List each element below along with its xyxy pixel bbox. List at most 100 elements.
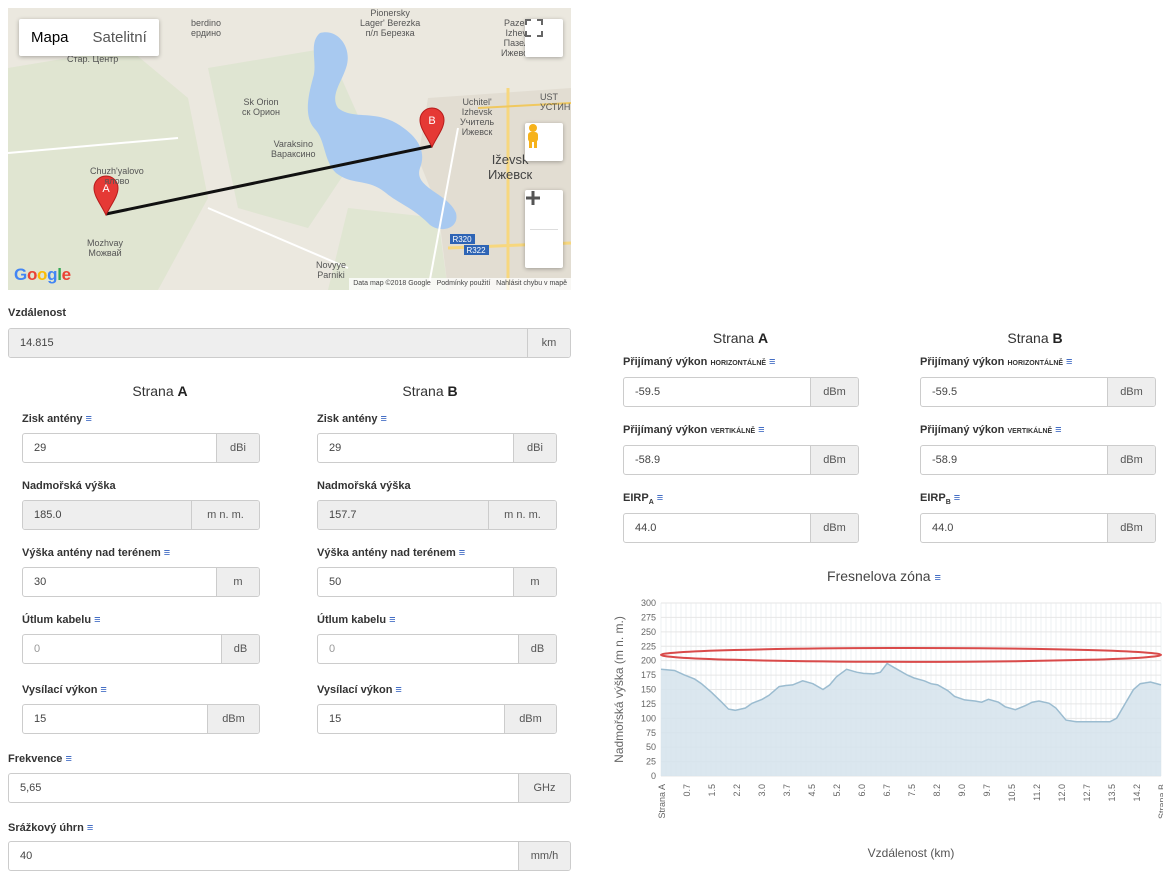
zoom-control: [525, 190, 563, 268]
y-tick-label: 25: [646, 757, 656, 767]
info-icon[interactable]: ≡: [758, 424, 764, 436]
eirp-field-a: 44.0 dBm: [623, 513, 859, 543]
cable-input-a[interactable]: 0 dB: [22, 634, 260, 664]
info-icon[interactable]: ≡: [86, 413, 92, 425]
y-tick-label: 175: [641, 670, 656, 680]
distance-unit: km: [527, 329, 570, 357]
x-axis-label: Vzdálenost (km): [868, 846, 955, 860]
info-icon[interactable]: ≡: [389, 614, 395, 626]
info-icon[interactable]: ≡: [1066, 356, 1072, 368]
rx-vertical-field-a: -58.9 dBm: [623, 445, 859, 475]
map-type-satellite[interactable]: Satelitní: [81, 19, 159, 56]
place-label: Mozhvay Можвай: [87, 238, 124, 258]
info-icon[interactable]: ≡: [395, 684, 401, 696]
google-logo: Google: [14, 265, 71, 284]
result-side-a-title: Strana A: [712, 330, 769, 346]
x-tick-label: 4.5: [807, 784, 817, 797]
eirp-field-b: 44.0 dBm: [920, 513, 1156, 543]
chart-title: Fresnelova zóna ≡: [827, 568, 941, 584]
rx-vertical-field-b: -58.9 dBm: [920, 445, 1156, 475]
x-tick-label: 3.7: [782, 784, 792, 797]
y-tick-label: 275: [641, 612, 656, 622]
eirp-label-b: EIRPB ≡: [920, 492, 961, 507]
fresnel-chart: 0 25 50 75 100 125 150 175 200 225 250 275 300 Strana…: [612, 598, 1163, 860]
map-attribution: Data map ©2018 Google Podmínky použití N…: [349, 278, 571, 290]
cable-input-b[interactable]: 0 dB: [317, 634, 557, 664]
frequency-input[interactable]: 5,65 GHz: [8, 773, 571, 803]
x-tick-label: 2.2: [732, 784, 742, 797]
height-input-b[interactable]: 50 m: [317, 567, 557, 597]
y-tick-label: 225: [641, 641, 656, 651]
power-label-b: Vysílací výkon ≡: [317, 684, 402, 696]
info-icon[interactable]: ≡: [935, 572, 941, 584]
x-tick-label: 12.0: [1057, 784, 1067, 802]
cable-label-a: Útlum kabelu ≡: [22, 614, 101, 626]
y-tick-label: 100: [641, 713, 656, 723]
gain-input-a[interactable]: 29 dBi: [22, 433, 260, 463]
pegman-icon[interactable]: [525, 123, 563, 161]
info-icon[interactable]: ≡: [954, 492, 960, 504]
info-icon[interactable]: ≡: [94, 614, 100, 626]
place-label: Uchitel' Izhevsk Учитель Ижевск: [460, 97, 495, 137]
y-tick-label: 75: [646, 728, 656, 738]
rx-horizontal-label-a: Přijímaný výkon HORIZONTÁLNĚ ≡: [623, 356, 776, 368]
map[interactable]: A B R320 R322 Pionersky Lager' Berezka п/л…: [8, 8, 571, 290]
x-tick-label: 10.5: [1007, 784, 1017, 802]
rx-vertical-label-b: Přijímaný výkon VERTIKÁLNĚ ≡: [920, 424, 1062, 436]
altitude-field-b: 157.7 m n. m.: [317, 500, 557, 530]
info-icon[interactable]: ≡: [65, 753, 71, 765]
info-icon[interactable]: ≡: [459, 547, 465, 559]
rain-label: Srážkový úhrn ≡: [8, 822, 94, 834]
altitude-label-b: Nadmořská výška: [317, 480, 411, 492]
x-tick-label: 3.0: [757, 784, 767, 797]
report-error-link[interactable]: Nahlásit chybu v mapě: [496, 280, 567, 287]
place-label: Varaksino Вараксино: [271, 139, 316, 159]
fullscreen-icon[interactable]: [525, 19, 563, 57]
rx-horizontal-field-b: -59.5 dBm: [920, 377, 1156, 407]
x-tick-label: Strana B: [1157, 784, 1163, 819]
info-icon[interactable]: ≡: [1055, 424, 1061, 436]
x-tick-label: 9.0: [957, 784, 967, 797]
place-label: Novyye Parniki: [316, 260, 347, 280]
terms-link[interactable]: Podmínky použití: [437, 280, 491, 287]
height-input-a[interactable]: 30 m: [22, 567, 260, 597]
gain-label-a: Zisk antény ≡: [22, 413, 92, 425]
svg-text:R322: R322: [466, 246, 486, 255]
y-tick-label: 200: [641, 656, 656, 666]
rx-horizontal-field-a: -59.5 dBm: [623, 377, 859, 407]
x-tick-label: Strana A: [657, 784, 667, 819]
info-icon[interactable]: ≡: [87, 822, 93, 834]
info-icon[interactable]: ≡: [657, 492, 663, 504]
x-tick-label: 8.2: [932, 784, 942, 797]
rain-input[interactable]: 40 mm/h: [8, 841, 571, 871]
y-tick-label: 50: [646, 742, 656, 752]
y-tick-label: 125: [641, 699, 656, 709]
x-tick-label: 6.0: [857, 784, 867, 797]
info-icon[interactable]: ≡: [381, 413, 387, 425]
side-a-title: Strana A: [132, 383, 188, 399]
info-icon[interactable]: ≡: [100, 684, 106, 696]
height-label-a: Výška antény nad terénem ≡: [22, 547, 171, 559]
gain-input-b[interactable]: 29 dBi: [317, 433, 557, 463]
map-type-map[interactable]: Mapa: [19, 19, 81, 56]
height-label-b: Výška antény nad terénem ≡: [317, 547, 466, 559]
y-axis-label: Nadmořská výška (m n. m.): [612, 616, 626, 763]
place-label: Pionersky Lager' Berezka п/л Березка: [360, 8, 421, 38]
info-icon[interactable]: ≡: [769, 356, 775, 368]
x-tick-label: 13.5: [1107, 784, 1117, 802]
x-tick-label: 1.5: [707, 784, 717, 797]
power-label-a: Vysílací výkon ≡: [22, 684, 107, 696]
x-tick-label: 5.2: [832, 784, 842, 797]
power-input-a[interactable]: 15 dBm: [22, 704, 260, 734]
eirp-label-a: EIRPA ≡: [623, 492, 664, 507]
power-input-b[interactable]: 15 dBm: [317, 704, 557, 734]
rx-horizontal-label-b: Přijímaný výkon HORIZONTÁLNĚ ≡: [920, 356, 1073, 368]
place-label: berdino ердино: [191, 18, 222, 38]
altitude-field-a: 185.0 m n. m.: [22, 500, 260, 530]
info-icon[interactable]: ≡: [164, 547, 170, 559]
rx-vertical-label-a: Přijímaný výkon VERTIKÁLNĚ ≡: [623, 424, 765, 436]
x-tick-label: 0.7: [682, 784, 692, 797]
distance-value: 14.815: [9, 329, 527, 357]
place-label: UST УСТИН: [540, 92, 571, 112]
cable-label-b: Útlum kabelu ≡: [317, 614, 396, 626]
